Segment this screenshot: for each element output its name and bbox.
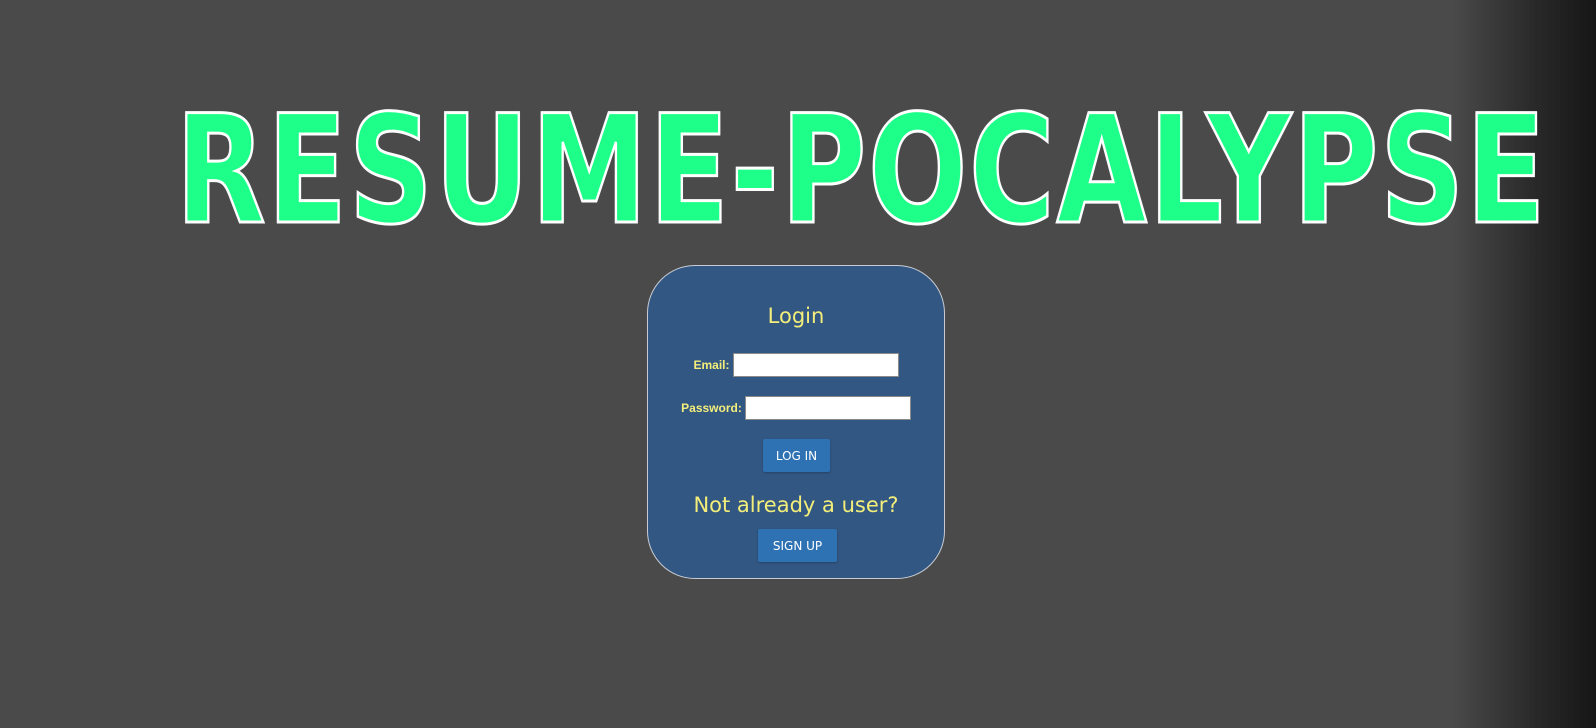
login-button[interactable]: LOG IN: [763, 439, 830, 472]
email-field[interactable]: [732, 353, 899, 377]
password-field[interactable]: [744, 396, 911, 420]
password-row: Password:: [648, 396, 944, 420]
password-label: Password:: [681, 401, 742, 415]
signup-button[interactable]: SIGN UP: [758, 529, 837, 562]
site-title: RESUME-POCALYPSE: [174, 84, 1548, 258]
email-row: Email:: [648, 353, 944, 377]
login-card: Login Email: Password: LOG IN Not alread…: [647, 265, 945, 579]
signup-prompt: Not already a user?: [693, 493, 899, 517]
email-label: Email:: [693, 358, 730, 372]
login-heading: Login: [767, 304, 825, 328]
